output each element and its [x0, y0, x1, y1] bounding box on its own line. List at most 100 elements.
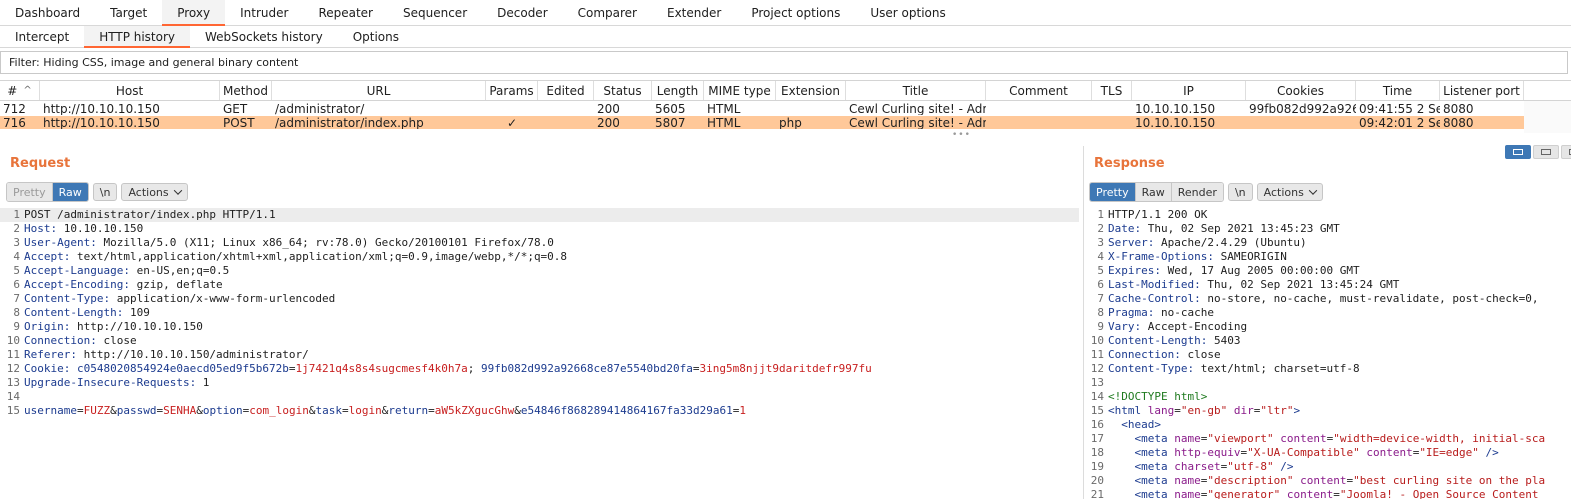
cell-method: POST: [223, 116, 255, 129]
line-number: 19: [1090, 460, 1104, 473]
response-editor[interactable]: 1 HTTP/1.1 200 OK 2 Date: Thu, 02 Sep 2021 …: [1084, 208, 1571, 499]
attr-value: "X-UA-Compatible": [1247, 446, 1360, 459]
request-actions-button[interactable]: Actions: [121, 183, 188, 201]
subtab-intercept[interactable]: Intercept: [0, 26, 84, 47]
column-header-listener-port[interactable]: Listener port: [1440, 81, 1524, 100]
column-header-label: IP: [1183, 83, 1194, 98]
column-header-params[interactable]: Params: [486, 81, 538, 100]
column-header-label: Status: [603, 83, 642, 98]
param-name: task: [315, 404, 342, 417]
html-tag: <meta: [1134, 432, 1168, 445]
param-name: option: [202, 404, 243, 417]
amp: &: [514, 404, 521, 417]
response-raw-button[interactable]: Raw: [1135, 183, 1172, 201]
param-value: 1: [739, 404, 746, 417]
line-text: X-Frame-Options: SAMEORIGIN: [1106, 250, 1287, 264]
column-header-tls[interactable]: TLS: [1092, 81, 1132, 100]
header-name: Host:: [24, 222, 58, 235]
filter-bar[interactable]: Filter: Hiding CSS, image and general bi…: [0, 51, 1568, 74]
cell-mime: HTML: [707, 116, 741, 129]
cell-url: /administrator/: [275, 102, 365, 115]
subtab-http-history[interactable]: HTTP history: [84, 26, 191, 48]
param-name: username: [24, 404, 77, 417]
line-text: User-Agent: Mozilla/5.0 (X11; Linux x86_…: [22, 236, 554, 250]
request-newline-toggle[interactable]: \n: [92, 183, 118, 201]
column-header-extension[interactable]: Extension: [776, 81, 846, 100]
column-header-url[interactable]: URL: [272, 81, 486, 100]
line-number: 11: [6, 348, 20, 361]
cell-port: 8080: [1443, 102, 1474, 115]
request-actions-label: Actions: [128, 185, 169, 199]
table-row[interactable]: 716 http://10.10.10.150 POST/administrator…: [0, 116, 1524, 129]
sort-ascending-icon: ^: [23, 85, 32, 96]
line-text: Accept-Encoding: gzip, deflate: [22, 278, 223, 292]
column-header-edited[interactable]: Edited: [538, 81, 594, 100]
editor-line: 5 Expires: Wed, 17 Aug 2005 00:00:00 GMT: [1084, 264, 1571, 278]
line-number: 3: [13, 236, 20, 249]
column-header-label: MIME type: [708, 83, 771, 98]
column-header-length[interactable]: Length: [652, 81, 704, 100]
tab-proxy[interactable]: Proxy: [162, 0, 226, 26]
editor-line: 3 Server: Apache/2.4.29 (Ubuntu): [1084, 236, 1571, 250]
cell-edited: [538, 116, 594, 129]
response-pretty-button[interactable]: Pretty: [1090, 183, 1136, 201]
column-header-label: #: [7, 83, 18, 98]
table-row[interactable]: 712 http://10.10.10.150 GET/administrator/…: [0, 102, 1524, 115]
response-actions-button[interactable]: Actions: [1256, 183, 1323, 201]
request-editor[interactable]: 1 POST /administrator/index.php HTTP/1.1 2…: [0, 208, 1079, 499]
column-header-mime-type[interactable]: MIME type: [704, 81, 776, 100]
column-header-ip[interactable]: IP: [1132, 81, 1246, 100]
editor-line: 8 Pragma: no-cache: [1084, 306, 1571, 320]
editor-line: 15 <html lang="en-gb" dir="ltr">: [1084, 404, 1571, 418]
column-header-title[interactable]: Title: [846, 81, 986, 100]
tab-extender[interactable]: Extender: [652, 0, 736, 25]
editor-line: 8 Content-Length: 109: [0, 306, 1079, 320]
subtab-websockets-history[interactable]: WebSockets history: [190, 26, 338, 47]
tab-repeater[interactable]: Repeater: [303, 0, 388, 25]
tab-dashboard[interactable]: Dashboard: [0, 0, 95, 25]
subtab-options[interactable]: Options: [338, 26, 414, 47]
pane-splitter-handle[interactable]: •••: [952, 131, 970, 140]
column-header-host[interactable]: Host: [40, 81, 220, 100]
tab-project-options[interactable]: Project options: [736, 0, 855, 25]
equals: =: [341, 404, 349, 417]
tab-target[interactable]: Target: [95, 0, 162, 25]
column-header-comment[interactable]: Comment: [986, 81, 1092, 100]
tab-intruder[interactable]: Intruder: [225, 0, 303, 25]
line-number: 3: [1097, 236, 1104, 249]
param-value: aW5kZXgucGhw: [434, 404, 515, 417]
cell-host: http://10.10.10.150: [43, 116, 160, 129]
line-text: <meta name="viewport" content="width=dev…: [1106, 432, 1546, 446]
editor-line: 7 Cache-Control: no-store, no-cache, must…: [1084, 292, 1571, 306]
request-raw-button[interactable]: Raw: [52, 183, 88, 201]
header-name: Content-Type:: [1108, 362, 1195, 375]
column-header-cookies[interactable]: Cookies: [1246, 81, 1356, 100]
tab-decoder[interactable]: Decoder: [482, 0, 563, 25]
column-header-time[interactable]: Time: [1356, 81, 1440, 100]
line-number: 6: [13, 278, 20, 291]
cell-edited: [538, 102, 594, 115]
editor-line: 4 X-Frame-Options: SAMEORIGIN: [1084, 250, 1571, 264]
chevron-down-icon: [1308, 186, 1318, 195]
line-text: Date: Thu, 02 Sep 2021 13:45:23 GMT: [1106, 222, 1340, 236]
column-header-num[interactable]: # ^: [0, 81, 40, 100]
request-pretty-button[interactable]: Pretty: [7, 183, 53, 201]
header-name: Accept:: [24, 250, 71, 263]
line-number: 13: [1090, 376, 1104, 389]
line-text: Pragma: no-cache: [1106, 306, 1214, 320]
line-number: 4: [13, 250, 20, 263]
line-number: 15: [1090, 404, 1104, 417]
column-header-status[interactable]: Status: [594, 81, 652, 100]
column-header-method[interactable]: Method: [220, 81, 272, 100]
html-tag: <meta: [1134, 446, 1168, 459]
tab-sequencer[interactable]: Sequencer: [388, 0, 482, 25]
response-render-button[interactable]: Render: [1171, 183, 1223, 201]
column-header-label: Extension: [781, 83, 840, 98]
tab-comparer[interactable]: Comparer: [563, 0, 652, 25]
tab-user-options[interactable]: User options: [855, 0, 960, 25]
response-newline-toggle[interactable]: \n: [1227, 183, 1253, 201]
response-title: Response: [1094, 156, 1165, 171]
